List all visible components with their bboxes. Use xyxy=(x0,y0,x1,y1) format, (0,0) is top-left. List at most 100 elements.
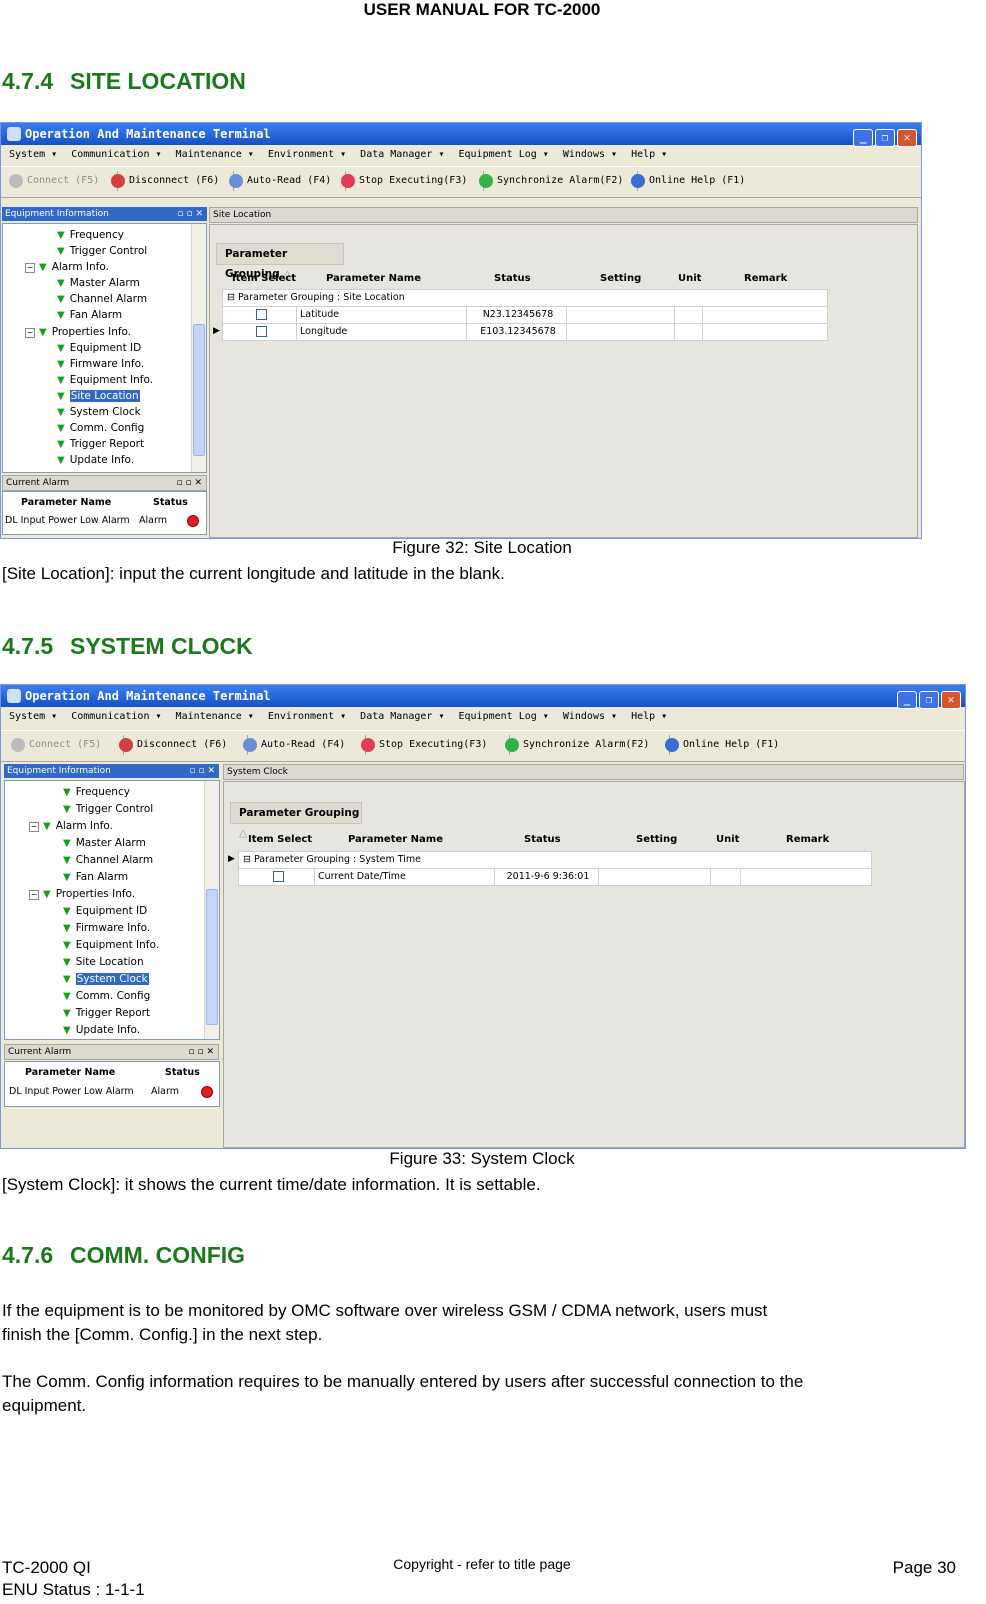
disconnect-button[interactable]: Disconnect (F6) xyxy=(109,171,234,191)
close-icon[interactable]: ✕ xyxy=(941,691,961,709)
connect-button[interactable]: Connect (F5) xyxy=(9,735,124,755)
stop-executing-button[interactable]: Stop Executing(F3) xyxy=(339,171,484,191)
menu-system[interactable]: System ▾ xyxy=(9,149,57,160)
tree-item-site-location[interactable]: ▼ Site Location xyxy=(63,955,144,970)
menu-windows[interactable]: Windows ▾ xyxy=(563,711,617,722)
col-setting[interactable]: Setting xyxy=(636,834,677,845)
tree-item-trigger-report[interactable]: ▼ Trigger Report xyxy=(63,1006,150,1021)
tree-item-update-info[interactable]: ▼ Update Info. xyxy=(57,453,134,468)
table-row[interactable]: Latitude N23.12345678 xyxy=(222,306,828,324)
tree-item-master-alarm[interactable]: ▼ Master Alarm xyxy=(57,276,140,291)
tree-item-channel-alarm[interactable]: ▼ Channel Alarm xyxy=(63,853,153,868)
restore-icon[interactable]: ❐ xyxy=(919,691,939,709)
synchronize-alarm-button[interactable]: Synchronize Alarm(F2) xyxy=(503,735,670,755)
tree-item-trigger-control[interactable]: ▼ Trigger Control xyxy=(63,802,153,817)
menu-maintenance[interactable]: Maintenance ▾ xyxy=(176,149,254,160)
row-setting[interactable] xyxy=(567,324,675,340)
panel-buttons-icon[interactable]: ▫ ▫ ✕ xyxy=(189,1045,214,1059)
tree-item-frequency[interactable]: ▼ Frequency xyxy=(57,228,124,243)
stop-executing-button[interactable]: Stop Executing(F3) xyxy=(359,735,510,755)
col-status[interactable]: Status xyxy=(494,273,531,284)
main-tab-site-location[interactable]: Site Location xyxy=(209,207,918,223)
alarm-row[interactable]: DL Input Power Low Alarm Alarm xyxy=(3,512,206,529)
tree-item-alarm-info[interactable]: ▼ Alarm Info. xyxy=(43,819,113,834)
col-item-select[interactable]: Item Select xyxy=(248,834,312,845)
tree-item-comm-config[interactable]: ▼ Comm. Config xyxy=(57,421,144,436)
scroll-thumb[interactable] xyxy=(193,324,205,456)
tree-item-firmware-info[interactable]: ▼ Firmware Info. xyxy=(63,921,150,936)
disconnect-button[interactable]: Disconnect (F6) xyxy=(117,735,248,755)
group-row[interactable]: ⊟ Parameter Grouping : System Time xyxy=(238,851,872,869)
collapse-icon[interactable]: − xyxy=(29,890,39,900)
connect-button[interactable]: Connect (F5) xyxy=(7,171,118,191)
tree-item-trigger-report[interactable]: ▼ Trigger Report xyxy=(57,437,144,452)
scroll-thumb[interactable] xyxy=(206,889,218,1025)
tree-item-firmware-info[interactable]: ▼ Firmware Info. xyxy=(57,357,144,372)
tree-item-system-clock[interactable]: ▼ System Clock xyxy=(57,405,141,420)
menu-data-manager[interactable]: Data Manager ▾ xyxy=(360,711,444,722)
main-tab-system-clock[interactable]: System Clock xyxy=(223,764,964,780)
menu-environment[interactable]: Environment ▾ xyxy=(268,149,346,160)
menu-communication[interactable]: Communication ▾ xyxy=(71,149,161,160)
item-select-checkbox[interactable] xyxy=(255,309,267,320)
synchronize-alarm-button[interactable]: Synchronize Alarm(F2) xyxy=(477,171,638,191)
group-row[interactable]: ⊟ Parameter Grouping : Site Location xyxy=(222,289,828,307)
menu-maintenance[interactable]: Maintenance ▾ xyxy=(176,711,254,722)
tree-item-frequency[interactable]: ▼ Frequency xyxy=(63,785,130,800)
tree-scrollbar[interactable] xyxy=(204,781,219,1039)
tree-item-properties-info[interactable]: ▼ Properties Info. xyxy=(39,325,131,340)
tree-item-equipment-id[interactable]: ▼ Equipment ID xyxy=(63,904,147,919)
col-unit[interactable]: Unit xyxy=(678,273,701,284)
alarm-col-status[interactable]: Status xyxy=(165,1064,200,1081)
minimize-icon[interactable]: _ xyxy=(897,691,917,709)
col-setting[interactable]: Setting xyxy=(600,273,641,284)
menu-system[interactable]: System ▾ xyxy=(9,711,57,722)
tree-item-comm-config[interactable]: ▼ Comm. Config xyxy=(63,989,150,1004)
table-row[interactable]: Current Date/Time 2011-9-6 9:36:01 xyxy=(238,868,872,886)
menu-data-manager[interactable]: Data Manager ▾ xyxy=(360,149,444,160)
tree-item-properties-info[interactable]: ▼ Properties Info. xyxy=(43,887,135,902)
col-parameter-name[interactable]: Parameter Name xyxy=(326,273,421,284)
item-select-checkbox[interactable] xyxy=(272,871,284,882)
parameter-grouping-box[interactable]: Parameter Grouping △ xyxy=(230,802,362,839)
panel-buttons-icon[interactable]: ▫ ▫ ✕ xyxy=(190,764,215,778)
minimize-icon[interactable]: _ xyxy=(853,129,873,147)
close-icon[interactable]: ✕ xyxy=(897,129,917,147)
tree-item-update-info[interactable]: ▼ Update Info. xyxy=(63,1023,140,1038)
online-help-button[interactable]: Online Help (F1) xyxy=(629,171,757,191)
tree-item-equipment-info[interactable]: ▼ Equipment Info. xyxy=(63,938,159,953)
alarm-col-status[interactable]: Status xyxy=(153,494,188,511)
menu-equipment-log[interactable]: Equipment Log ▾ xyxy=(459,149,549,160)
menu-help[interactable]: Help ▾ xyxy=(631,711,667,722)
collapse-icon[interactable]: − xyxy=(29,822,39,832)
alarm-col-name[interactable]: Parameter Name xyxy=(25,1064,115,1081)
item-select-checkbox[interactable] xyxy=(255,326,267,337)
panel-buttons-icon[interactable]: ▫ ▫ ✕ xyxy=(177,476,202,490)
table-row[interactable]: Longitude E103.12345678 xyxy=(222,323,828,341)
collapse-icon[interactable]: − xyxy=(25,263,35,273)
tree-item-site-location[interactable]: ▼ Site Location xyxy=(57,389,140,404)
col-item-select[interactable]: Item Select xyxy=(232,273,296,284)
panel-buttons-icon[interactable]: ▫ ▫ ✕ xyxy=(178,207,203,221)
tree-item-channel-alarm[interactable]: ▼ Channel Alarm xyxy=(57,292,147,307)
col-remark[interactable]: Remark xyxy=(744,273,787,284)
online-help-button[interactable]: Online Help (F1) xyxy=(663,735,797,755)
tree-item-equipment-id[interactable]: ▼ Equipment ID xyxy=(57,341,141,356)
auto-read-button[interactable]: Auto-Read (F4) xyxy=(241,735,366,755)
menu-windows[interactable]: Windows ▾ xyxy=(563,149,617,160)
auto-read-button[interactable]: Auto-Read (F4) xyxy=(227,171,346,191)
restore-icon[interactable]: ❐ xyxy=(875,129,895,147)
alarm-row[interactable]: DL Input Power Low Alarm Alarm xyxy=(5,1083,219,1100)
alarm-col-name[interactable]: Parameter Name xyxy=(21,494,111,511)
tree-item-master-alarm[interactable]: ▼ Master Alarm xyxy=(63,836,146,851)
menu-equipment-log[interactable]: Equipment Log ▾ xyxy=(459,711,549,722)
parameter-grouping-box[interactable]: Parameter Grouping △ xyxy=(216,243,344,280)
col-parameter-name[interactable]: Parameter Name xyxy=(348,834,443,845)
tree-item-system-clock[interactable]: ▼ System Clock xyxy=(63,972,149,987)
row-setting[interactable] xyxy=(599,869,711,885)
tree-item-trigger-control[interactable]: ▼ Trigger Control xyxy=(57,244,147,259)
menu-help[interactable]: Help ▾ xyxy=(631,149,667,160)
tree-item-alarm-info[interactable]: ▼ Alarm Info. xyxy=(39,260,109,275)
col-remark[interactable]: Remark xyxy=(786,834,829,845)
tree-item-equipment-info[interactable]: ▼ Equipment Info. xyxy=(57,373,153,388)
